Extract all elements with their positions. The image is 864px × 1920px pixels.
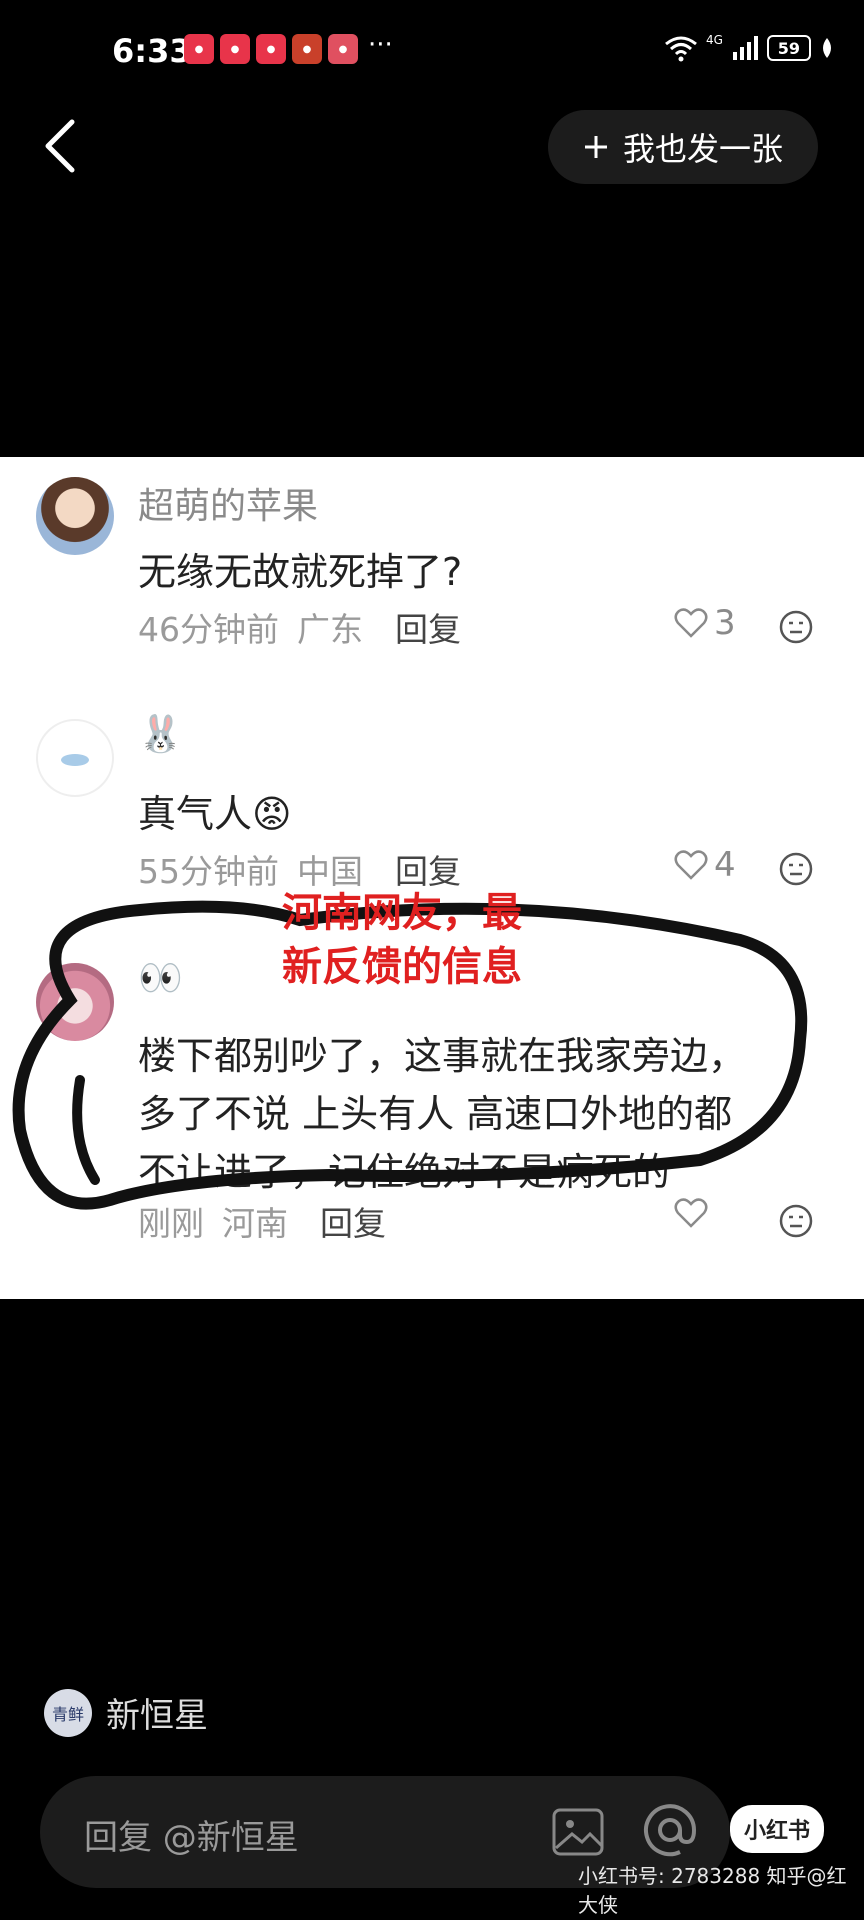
comment-time: 46分钟前 [138, 610, 279, 649]
post-photo-label: 我也发一张 [622, 130, 783, 168]
app-icon: ● [256, 34, 286, 64]
signal-icon [732, 36, 758, 60]
app-icon: ● [220, 34, 250, 64]
author-row[interactable]: 青鲜 新恒星 [44, 1688, 208, 1737]
cloud-icon [61, 754, 89, 766]
comment-text-line: 不让进了，记住绝对不是病死的 [138, 1150, 671, 1194]
more-notifications-icon: ··· [368, 30, 393, 60]
author-avatar[interactable]: 青鲜 [44, 1688, 92, 1737]
emoji-reaction-icon[interactable] [778, 609, 814, 645]
comment-username[interactable]: 🐰 [138, 713, 183, 755]
status-indicators: 4G 59 [664, 33, 835, 62]
screen: 6:33 ● ● ● ● ● ··· 4G 59 我也发一张 超萌的苹果 无缘无… [0, 0, 864, 1920]
post-photo-button[interactable]: 我也发一张 [548, 110, 818, 184]
reply-button[interactable]: 回复 [320, 1197, 386, 1245]
heart-icon [674, 1198, 708, 1228]
comment-text: 真气人😡 [138, 792, 292, 836]
comment-text: 无缘无故就死掉了? [138, 550, 463, 594]
annotation-line: 新反馈的信息 [282, 944, 522, 990]
comment-username[interactable]: 超萌的苹果 [138, 477, 318, 529]
like-button[interactable]: 4 [674, 845, 736, 885]
xiaohongshu-logo: 小红书 [730, 1805, 825, 1853]
emoji-reaction-icon[interactable] [778, 851, 814, 887]
comment-location: 广东 [297, 610, 363, 649]
comment-time: 刚刚 [138, 1204, 204, 1243]
avatar[interactable] [36, 477, 114, 555]
avatar[interactable] [36, 719, 114, 797]
comment-text-line: 多了不说 上头有人 高速口外地的都 [138, 1092, 733, 1136]
status-time: 6:33 [112, 32, 192, 70]
heart-icon [674, 608, 708, 638]
like-button[interactable] [674, 1197, 714, 1229]
mention-icon[interactable] [640, 1800, 700, 1860]
heart-icon [674, 850, 708, 880]
comment-meta: 刚刚 河南 回复 [138, 1197, 386, 1245]
wifi-icon [665, 36, 697, 62]
comment-text-line: 楼下都别吵了，这事就在我家旁边， [138, 1034, 747, 1078]
notification-icons: ● ● ● ● ● [184, 34, 358, 64]
image-icon[interactable] [550, 1804, 606, 1860]
app-icon: ● [292, 34, 322, 64]
watermark: 小红书号: 2783288 知乎@红大侠 [578, 1864, 847, 1917]
battery-level: 59 [777, 38, 801, 58]
chevron-left-icon [45, 119, 75, 173]
like-count: 3 [714, 603, 736, 643]
network-type: 4G [706, 33, 723, 47]
reply-button[interactable]: 回复 [395, 603, 461, 651]
status-bar: 6:33 ● ● ● ● ● ··· 4G 59 [0, 0, 864, 100]
like-count: 4 [714, 845, 736, 885]
comment-meta: 46分钟前 广东 回复 [138, 603, 461, 651]
author-name[interactable]: 新恒星 [106, 1688, 208, 1737]
comment-time: 55分钟前 [138, 852, 279, 891]
app-icon: ● [184, 34, 214, 64]
reply-placeholder: 回复 @新恒星 [84, 1818, 299, 1858]
comment-location: 河南 [222, 1204, 288, 1243]
annotation-label: 河南网友，最 新反馈的信息 [282, 886, 522, 994]
plus-icon [584, 136, 607, 158]
back-button[interactable] [36, 116, 88, 176]
leaf-icon [822, 38, 831, 58]
emoji-reaction-icon[interactable] [778, 1203, 814, 1239]
like-button[interactable]: 3 [674, 603, 736, 643]
battery-icon: 59 [766, 35, 811, 61]
annotation-line: 河南网友，最 [282, 890, 522, 936]
comment-username[interactable]: 👀 [138, 957, 183, 999]
comments-panel: 超萌的苹果 无缘无故就死掉了? 46分钟前 广东 回复 3 🐰 真气人😡 55分… [0, 457, 864, 1299]
app-icon: ● [328, 34, 358, 64]
avatar[interactable] [36, 963, 114, 1041]
